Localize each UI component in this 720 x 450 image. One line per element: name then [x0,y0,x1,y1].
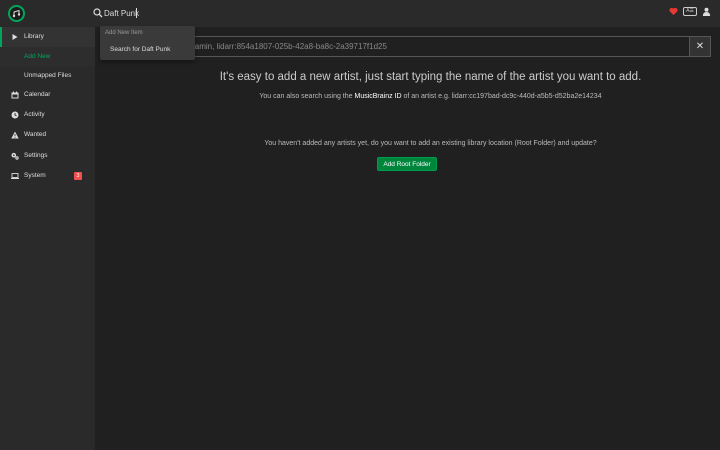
musicbrainz-id-label: MusicBrainz ID [354,93,402,100]
sidebar-item-label: Settings [24,152,48,159]
sidebar-item-unmapped-files[interactable]: Unmapped Files [0,66,95,85]
text-caret [136,8,137,18]
lidarr-logo-icon[interactable] [8,5,25,22]
clock-icon [11,111,19,119]
sidebar-item-activity[interactable]: Activity [0,105,95,125]
header-icons: A☰ [669,7,711,16]
sidebar-item-settings[interactable]: Settings [0,146,95,166]
gears-icon [11,152,19,160]
sidebar: Library Add New Unmapped Files Calendar … [0,27,95,450]
sidebar-item-library[interactable]: Library [0,27,95,47]
user-icon[interactable] [702,7,711,16]
play-icon [12,34,18,40]
sidebar-item-wanted[interactable]: Wanted [0,125,95,145]
sidebar-item-label: Activity [24,111,45,118]
sidebar-item-label: Calendar [24,91,51,98]
clear-search-button[interactable]: ✕ [689,36,711,57]
sidebar-item-add-new[interactable]: Add New [0,47,95,66]
empty-library-message: You haven't added any artists yet, do yo… [264,140,597,147]
header-search-input[interactable] [104,5,304,21]
heart-icon[interactable] [669,7,678,16]
sidebar-item-label: System [24,172,46,179]
keyboard-shortcuts-icon[interactable]: A☰ [683,7,697,16]
search-icon [93,8,103,18]
sidebar-item-calendar[interactable]: Calendar [0,85,95,105]
warning-icon [11,131,19,139]
sidebar-item-label: Wanted [24,131,47,138]
page-title: It's easy to add a new artist, just star… [219,71,642,83]
subtitle-text-pre: You can also search using the [259,93,355,100]
top-header: A☰ [0,0,720,27]
search-suggestions-dropdown: Add New Item Search for Daft Punk [100,26,195,60]
artist-search-value[interactable]: jamin, lidarr:854a1807-025b-42a8-ba8c-2a… [193,41,673,53]
sidebar-item-label: Library [24,33,44,40]
add-root-folder-button[interactable]: Add Root Folder [377,157,437,171]
page-subtitle: You can also search using the MusicBrain… [150,93,711,100]
calendar-icon [11,91,19,99]
status-badge: 3 [74,172,82,180]
laptop-icon [11,173,19,179]
sidebar-item-system[interactable]: System 3 [0,166,95,186]
search-for-item[interactable]: Search for Daft Punk [100,43,195,57]
subtitle-text-post: of an artist e.g. lidarr:cc197bad-dc9c-4… [401,93,602,100]
dropdown-section-label: Add New Item [105,30,143,36]
